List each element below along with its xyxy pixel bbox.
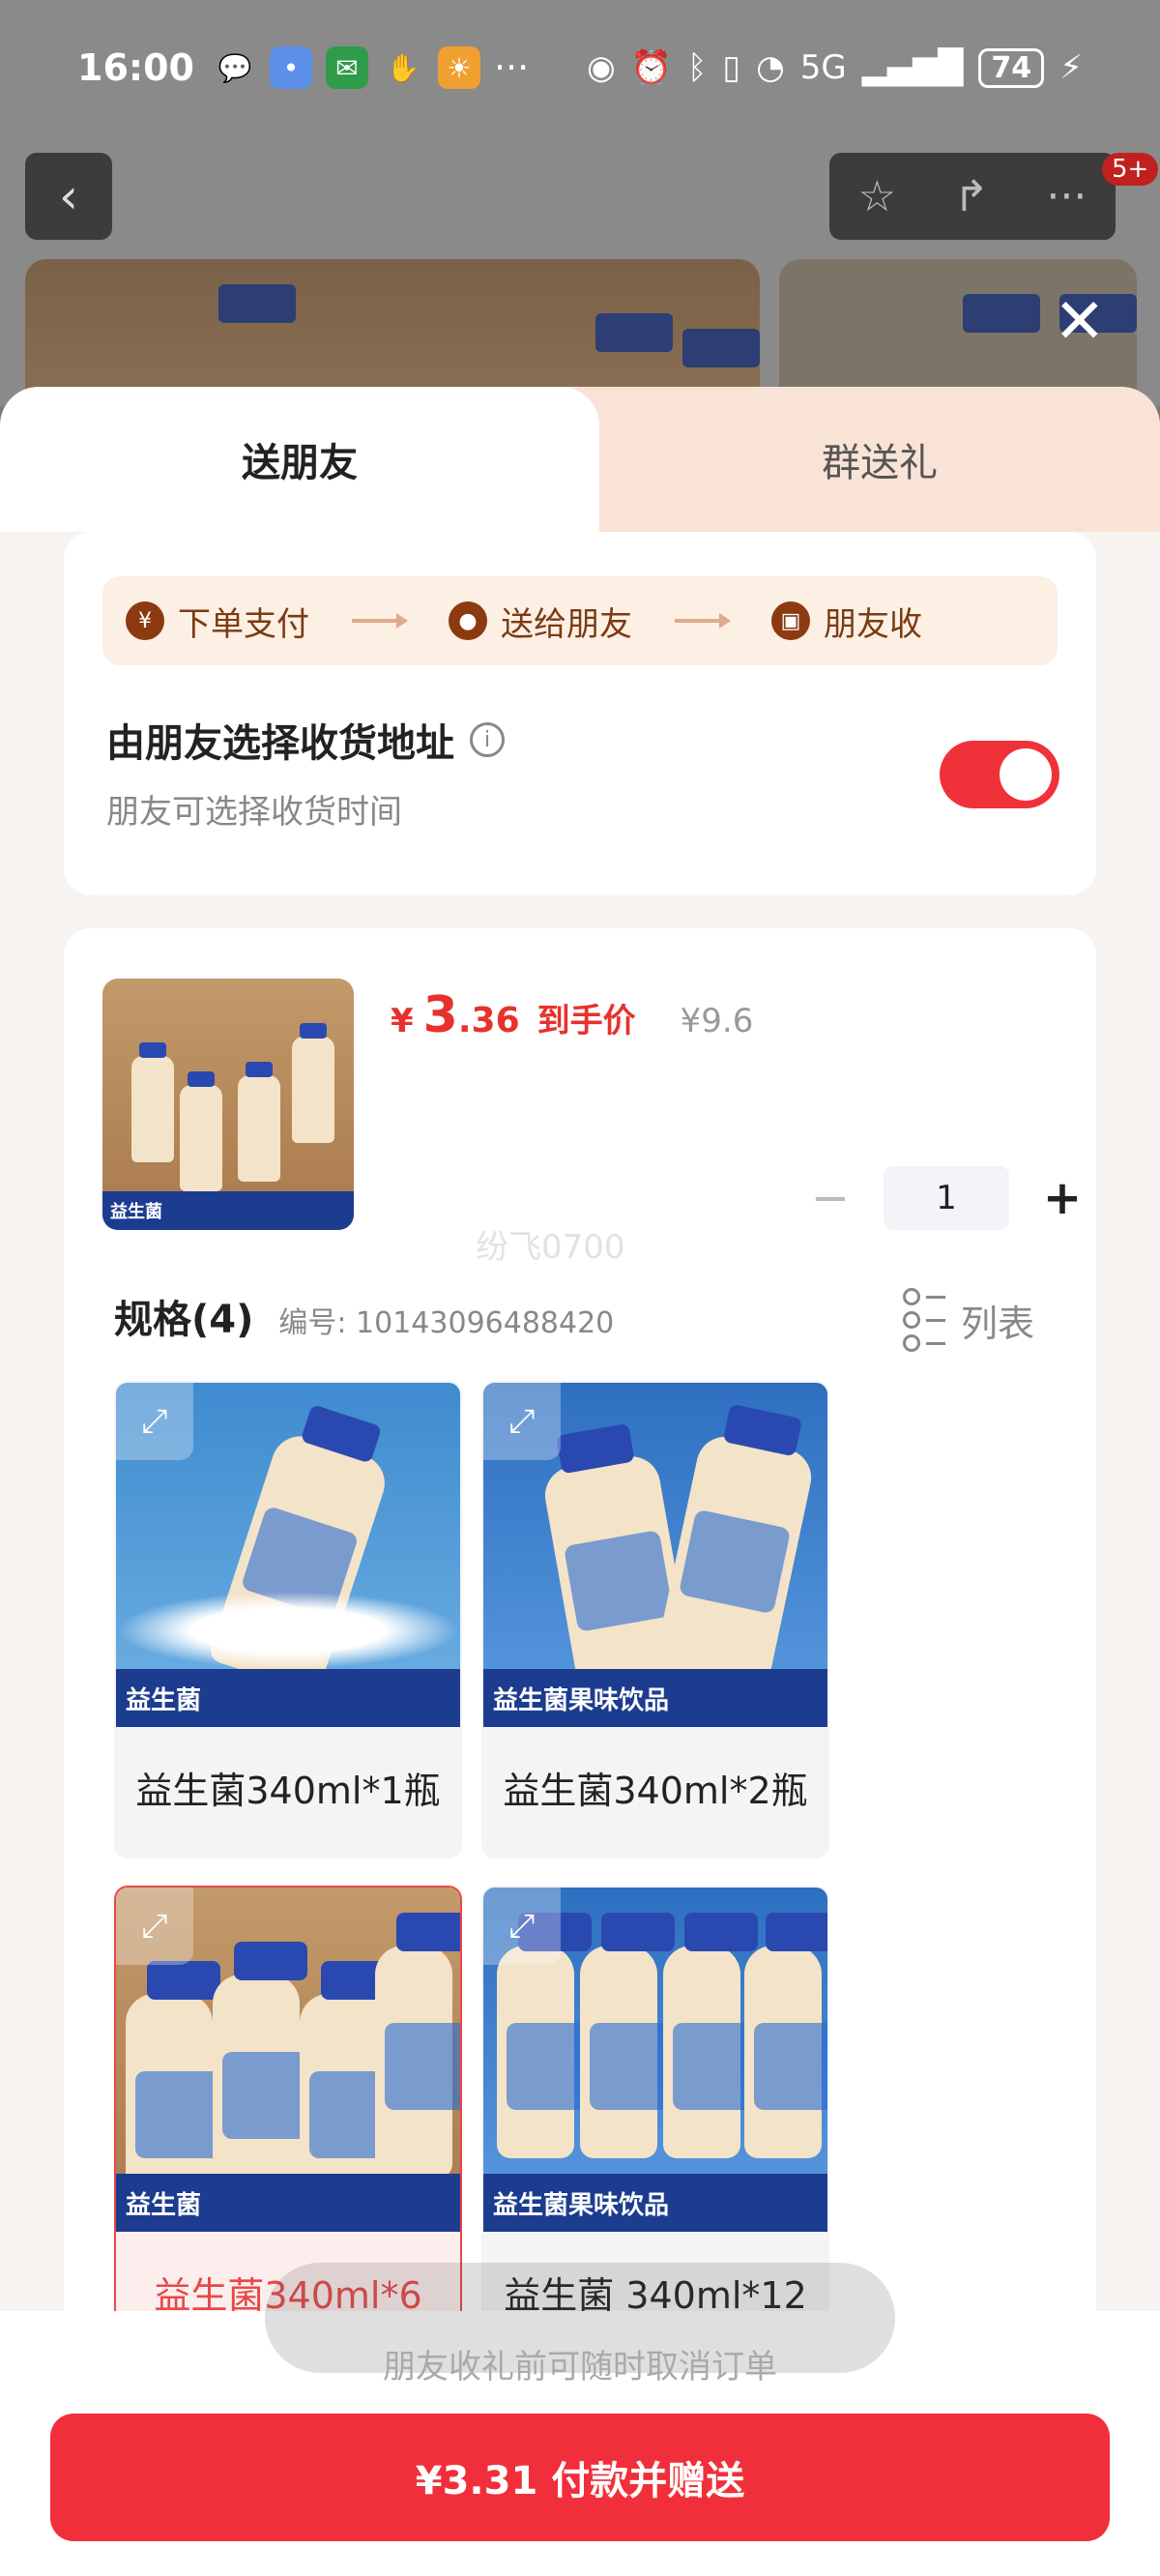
expand-icon[interactable]: ⤢ xyxy=(483,1383,561,1460)
yen-icon: ¥ xyxy=(126,601,164,640)
spec-option-2[interactable]: ⤢ 益生菌果味饮品 益生菌340ml*2瓶 xyxy=(481,1381,829,1859)
thumbnail-banner: 益生菌 xyxy=(102,1191,354,1230)
status-bar: 16:00 💬 • ✉ ✋ ☀ ··· ◉ ⏰ ᛒ ▯ ◔ 5G ▂▄▆█ 74… xyxy=(0,0,1160,135)
network-type: 5G xyxy=(799,48,847,87)
signal-icon: ▂▄▆█ xyxy=(861,48,964,87)
product-thumbnail: 益生菌 xyxy=(102,979,354,1230)
price-row: ¥ 3 .36 到手价 ¥9.6 xyxy=(391,986,753,1044)
share-icon[interactable]: ↱ xyxy=(953,172,989,221)
back-button[interactable]: ‹ xyxy=(25,153,112,240)
pay-and-gift-button[interactable]: ¥3.31 付款并赠送 xyxy=(50,2414,1110,2541)
gift-flow-steps: ¥ 下单支付 ● 送给朋友 ▣ 朋友收 xyxy=(102,576,1058,665)
list-icon xyxy=(903,1288,945,1352)
gift-options-card: ¥ 下单支付 ● 送给朋友 ▣ 朋友收 由朋友选择收货地址 i 朋友可选择收货时… xyxy=(64,532,1096,895)
gift-sheet: 群送礼 送朋友 ¥ 下单支付 ● 送给朋友 ▣ 朋友收 由朋友选择收货地址 i … xyxy=(0,387,1160,2576)
wechat-icon: 💬 xyxy=(218,51,252,84)
info-icon[interactable]: i xyxy=(470,722,505,757)
spec-image-banner: 益生菌果味饮品 xyxy=(483,2174,827,2232)
product-card: 益生菌 ¥ 3 .36 到手价 ¥9.6 − 1 + 纷飞0700 规格(4) … xyxy=(64,928,1096,2379)
expand-icon[interactable]: ⤢ xyxy=(116,1888,193,1965)
tab-send-friend[interactable]: 送朋友 xyxy=(0,387,599,532)
spec-option-label: 益生菌340ml*2瓶 xyxy=(503,1770,808,1813)
expand-icon[interactable]: ⤢ xyxy=(483,1888,561,1965)
chevron-left-icon: ‹ xyxy=(59,168,78,224)
spec-image-banner: 益生菌 xyxy=(116,1669,460,1727)
increase-button[interactable]: + xyxy=(1038,1171,1087,1225)
spec-image-banner: 益生菌 xyxy=(116,2174,460,2232)
watermark: 纷飞0700 xyxy=(476,1228,625,1267)
top-action-bar: ☆ ↱ ··· xyxy=(829,153,1116,240)
address-option-subtitle: 朋友可选择收货时间 xyxy=(106,793,402,832)
close-icon[interactable]: ✕ xyxy=(1054,286,1106,358)
decrease-button[interactable]: − xyxy=(806,1171,855,1225)
spec-image: ⤢ 益生菌 xyxy=(116,1383,460,1727)
flow-step-receive: ▣ 朋友收 xyxy=(771,598,922,645)
quantity-input[interactable]: 1 xyxy=(884,1166,1009,1230)
currency-symbol: ¥ xyxy=(391,1002,414,1040)
toggle-knob xyxy=(1000,748,1052,801)
spec-header: 规格(4) 编号: 10143096488420 xyxy=(114,1288,614,1344)
price-integer: 3 xyxy=(422,986,458,1044)
flow-step-pay: ¥ 下单支付 xyxy=(126,598,309,645)
spec-option-1[interactable]: ⤢ 益生菌 益生菌340ml*1瓶 xyxy=(114,1381,462,1859)
quantity-stepper: − 1 + xyxy=(806,1166,1087,1230)
product-code: 编号: 10143096488420 xyxy=(278,1306,615,1340)
spec-image: ⤢ 益生菌 xyxy=(116,1888,460,2232)
more-notifications-icon: ··· xyxy=(493,46,530,89)
hand-icon: ✋ xyxy=(386,51,420,84)
spec-image-banner: 益生菌果味饮品 xyxy=(483,1669,827,1727)
friend-address-toggle[interactable] xyxy=(940,741,1059,808)
toast-message: 朋友收礼前可随时取消订单 xyxy=(383,2348,777,2386)
list-view-toggle[interactable]: 列表 xyxy=(903,1288,1034,1352)
status-time: 16:00 xyxy=(77,46,194,89)
more-menu-icon[interactable]: ··· xyxy=(1046,172,1087,221)
final-price-tag: 到手价 xyxy=(536,1002,636,1040)
address-option-title: 由朋友选择收货地址 i xyxy=(106,712,505,768)
vibrate-icon: ▯ xyxy=(722,48,741,87)
chat-bubble-icon: ● xyxy=(449,601,487,640)
eye-icon: ◉ xyxy=(586,48,616,87)
battery-level: 74 xyxy=(978,47,1045,88)
original-price: ¥9.6 xyxy=(680,1002,754,1040)
charging-icon: ⚡ xyxy=(1059,48,1083,87)
post-app-icon: ✉ xyxy=(325,46,368,89)
arrow-right-icon xyxy=(675,613,731,629)
tab-group-gift[interactable]: 群送礼 xyxy=(541,387,1160,532)
tab-bar: 群送礼 送朋友 xyxy=(0,387,1160,532)
weather-icon: ☀ xyxy=(437,46,480,89)
expand-icon[interactable]: ⤢ xyxy=(116,1383,193,1460)
spec-option-label: 益生菌340ml*1瓶 xyxy=(135,1770,441,1813)
bluetooth-icon: ᛒ xyxy=(687,48,708,87)
arrow-right-icon xyxy=(352,613,408,629)
favorite-star-icon[interactable]: ☆ xyxy=(858,172,896,221)
flow-step-send: ● 送给朋友 xyxy=(449,598,632,645)
gift-icon: ▣ xyxy=(771,601,810,640)
wifi-icon: ◔ xyxy=(756,48,785,87)
notification-badge: 5+ xyxy=(1102,153,1159,186)
alarm-icon: ⏰ xyxy=(630,48,672,87)
chat-app-icon: • xyxy=(269,46,312,89)
spec-image: ⤢ 益生菌果味饮品 xyxy=(483,1383,827,1727)
spec-title: 规格(4) xyxy=(114,1298,254,1342)
spec-image: ⤢ 益生菌果味饮品 xyxy=(483,1888,827,2232)
price-decimal: .36 xyxy=(457,1001,520,1040)
